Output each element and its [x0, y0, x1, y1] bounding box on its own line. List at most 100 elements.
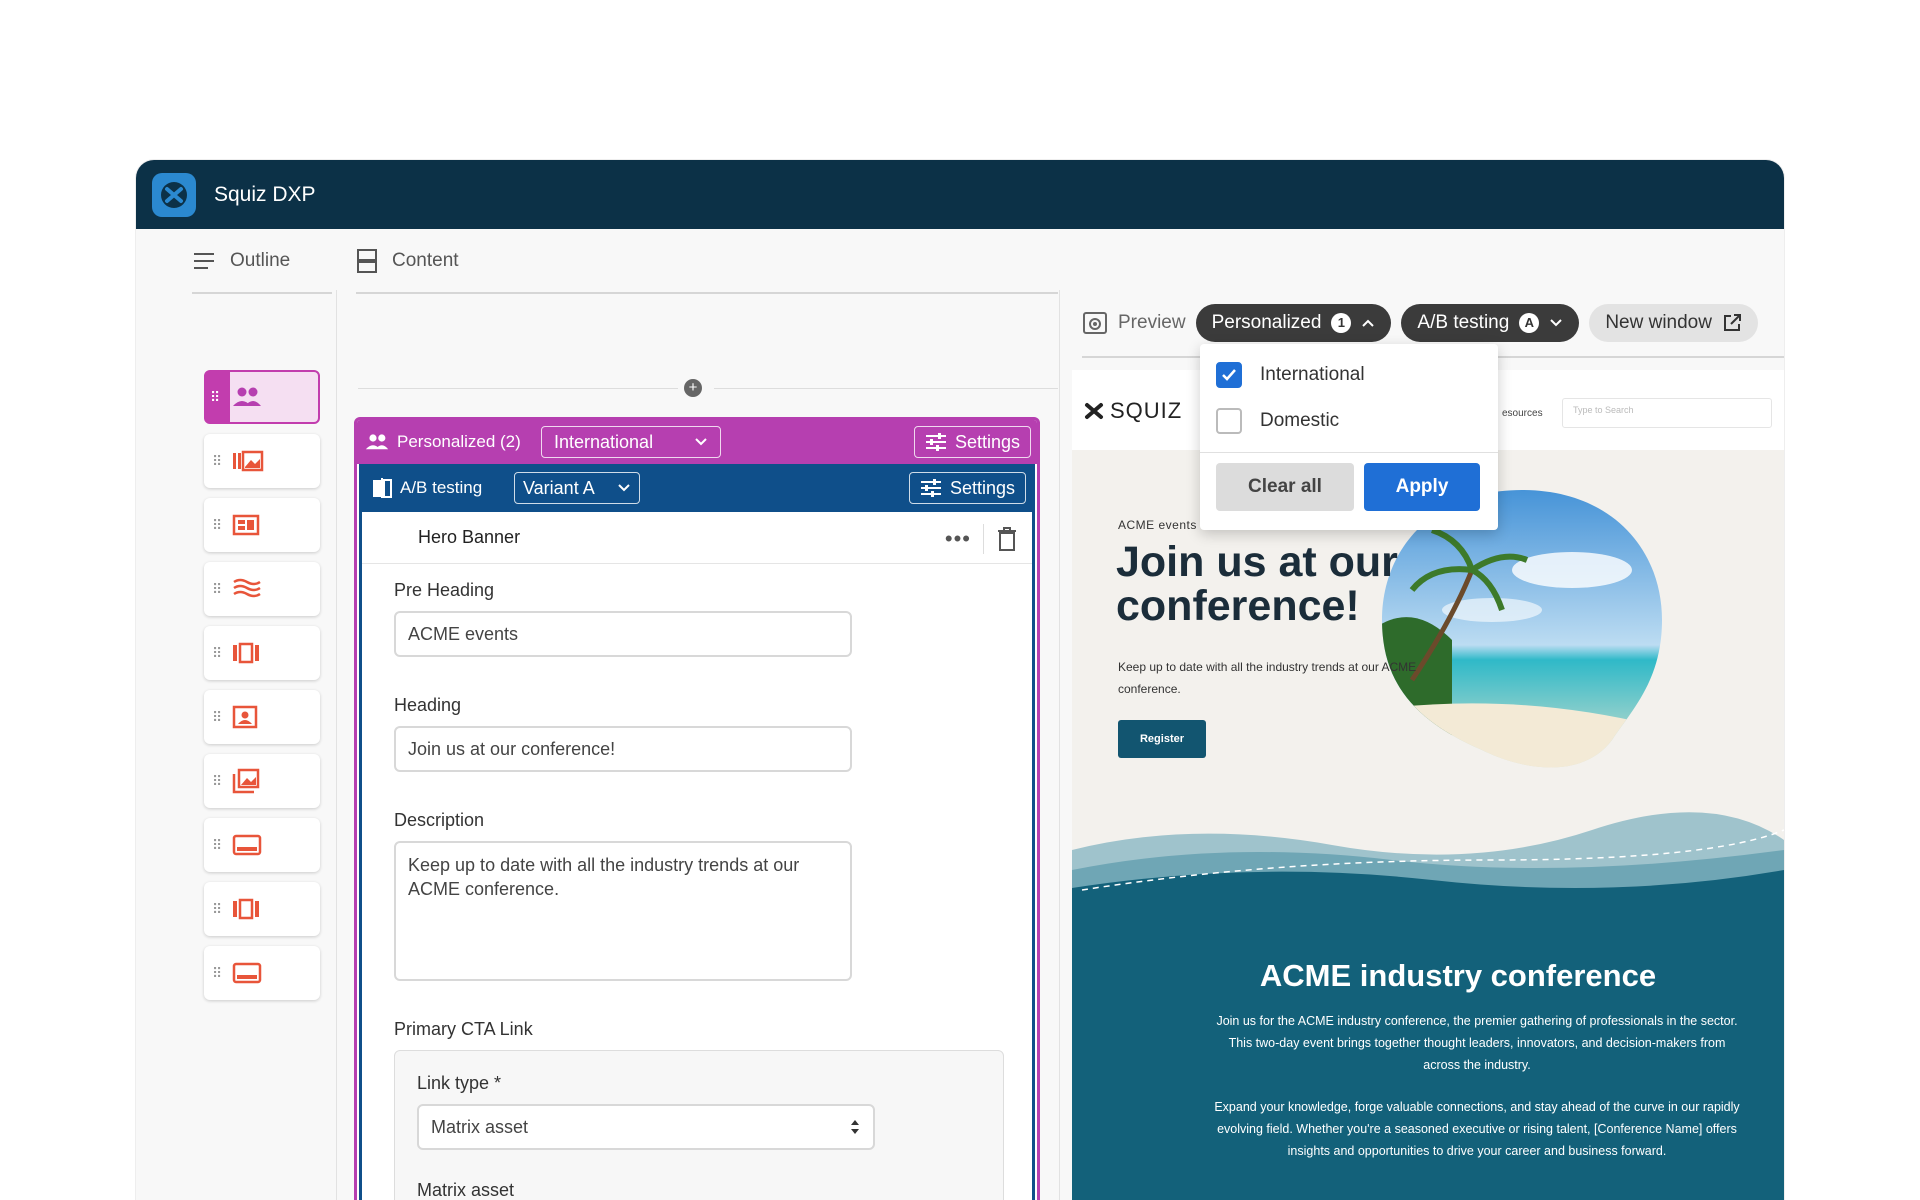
trash-icon[interactable] — [996, 526, 1018, 552]
component-header: Hero Banner ••• — [362, 512, 1032, 564]
description-label: Description — [394, 810, 485, 830]
variant-select[interactable]: Variant A — [514, 472, 640, 504]
personalized-dropdown: International Domestic Clear all Apply — [1200, 344, 1498, 530]
clear-all-button[interactable]: Clear all — [1216, 463, 1354, 511]
outline-item[interactable]: ⠿ — [204, 946, 320, 1000]
drag-handle-icon[interactable]: ⠿ — [212, 581, 224, 598]
heading-label: Heading — [394, 695, 462, 715]
drag-handle-icon[interactable]: ⠿ — [212, 965, 224, 982]
drag-handle-icon[interactable]: ⠿ — [212, 901, 224, 918]
matrix-asset-label: Matrix asset — [417, 1180, 515, 1200]
layout-icon — [232, 514, 260, 536]
primary-cta-group: Link type * Matrix asset Matrix asset — [394, 1050, 1004, 1200]
column-separator — [1059, 290, 1060, 1200]
link-type-select[interactable]: Matrix asset — [417, 1104, 875, 1150]
site-hero-description: Keep up to date with all the industry tr… — [1118, 660, 1417, 696]
site-logo[interactable]: SQUIZ — [1084, 398, 1182, 424]
ab-testing-label: A/B testing — [400, 478, 483, 497]
more-options-icon[interactable]: ••• — [945, 526, 971, 552]
squiz-mark-icon — [1085, 403, 1103, 419]
people-icon — [233, 387, 261, 406]
app-title: Squiz DXP — [214, 182, 316, 206]
outline-item[interactable]: ⠿ — [204, 754, 320, 808]
personalized-filter-button[interactable]: Personalized 1 — [1195, 304, 1392, 342]
squiz-logo-icon[interactable] — [152, 172, 196, 217]
description-textarea[interactable]: Keep up to date with all the industry tr… — [394, 841, 852, 981]
chevron-down-icon — [695, 438, 707, 446]
dropdown-actions: Clear all Apply — [1200, 453, 1498, 521]
ab-filter-label: A/B testing — [1417, 312, 1510, 333]
drag-handle-icon[interactable]: ⠿ — [210, 389, 222, 406]
site-hero-title: Join us at our conference! — [1116, 538, 1398, 630]
add-component-row: + — [358, 378, 1058, 398]
primary-cta-label: Primary CTA Link — [394, 1019, 533, 1039]
content-header: Content — [356, 228, 459, 294]
option-international[interactable]: International — [1200, 352, 1498, 398]
site-logo-text: SQUIZ — [1110, 398, 1183, 423]
outline-underline — [192, 292, 332, 294]
outline-item[interactable]: ⠿ — [204, 498, 320, 552]
drag-handle-icon[interactable]: ⠿ — [212, 773, 224, 790]
chevron-down-icon — [618, 484, 630, 492]
wave-decoration — [1072, 812, 1784, 910]
personalized-filter-label: Personalized — [1211, 312, 1322, 333]
ab-settings-button[interactable]: Settings — [908, 472, 1026, 504]
apply-button[interactable]: Apply — [1364, 463, 1480, 511]
checkbox-checked-icon[interactable] — [1216, 362, 1242, 388]
outline-item[interactable]: ⠿ — [204, 626, 320, 680]
outline-item[interactable]: ⠿ — [204, 562, 320, 616]
option-domestic[interactable]: Domestic — [1200, 398, 1498, 444]
drag-handle-icon[interactable]: ⠿ — [212, 709, 224, 726]
drag-handle-icon[interactable]: ⠿ — [212, 645, 224, 662]
personalized-count-badge: 1 — [1331, 313, 1352, 333]
new-window-button[interactable]: New window — [1589, 304, 1758, 342]
site-conference-title: ACME industry conference — [1259, 958, 1657, 993]
content-heading: Content — [392, 250, 459, 271]
ab-variant-badge: A — [1519, 313, 1540, 333]
outline-item[interactable]: ⠿ — [204, 818, 320, 872]
personalized-settings-button[interactable]: Settings — [913, 426, 1031, 458]
preview-heading: Preview — [1118, 312, 1186, 333]
outline-item[interactable]: ⠿ — [204, 434, 320, 488]
site-register-button[interactable]: Register — [1118, 720, 1206, 758]
profile-card-icon — [232, 705, 258, 729]
chevron-up-icon — [1362, 319, 1375, 327]
ab-testing-container: A/B testing Variant A Settings Hero Bann… — [359, 464, 1035, 1200]
carousel-icon — [233, 642, 259, 664]
pre-heading-input[interactable]: ACME events — [394, 611, 852, 657]
segment-value: International — [554, 431, 654, 452]
option-label: Domestic — [1260, 410, 1340, 431]
rows-icon — [357, 249, 377, 273]
component-title: Hero Banner — [418, 527, 521, 547]
ab-testing-bar: A/B testing Variant A Settings — [362, 464, 1032, 512]
component-form: Pre Heading ACME events Heading Join us … — [362, 564, 1032, 1200]
sliders-icon — [920, 479, 941, 497]
external-link-icon — [1723, 314, 1741, 331]
column-separator — [336, 290, 337, 1200]
drag-handle-icon[interactable]: ⠿ — [212, 517, 224, 534]
heading-input[interactable]: Join us at our conference! — [394, 726, 852, 772]
outline-item[interactable]: ⠿ — [204, 882, 320, 936]
image-stack-icon — [232, 768, 260, 794]
outline-item-personalized[interactable]: ⠿ — [204, 370, 320, 424]
site-search-input[interactable]: Type to Search — [1562, 398, 1772, 428]
outline-item[interactable]: ⠿ — [204, 690, 320, 744]
divider — [714, 388, 1058, 389]
option-label: International — [1260, 364, 1365, 385]
chevron-down-icon — [1550, 319, 1563, 327]
drag-handle-icon[interactable]: ⠿ — [212, 453, 224, 470]
add-component-button[interactable]: + — [684, 379, 702, 397]
nav-resources-link[interactable]: esources — [1502, 408, 1543, 419]
pre-heading-label: Pre Heading — [394, 580, 495, 600]
checkbox-unchecked-icon[interactable] — [1216, 408, 1242, 434]
settings-label: Settings — [949, 477, 1015, 498]
drag-handle-icon[interactable]: ⠿ — [212, 837, 224, 854]
personalized-bar: Personalized (2) International Settings — [357, 420, 1037, 464]
ab-filter-button[interactable]: A/B testing A — [1401, 304, 1580, 342]
segment-select[interactable]: International — [541, 426, 721, 458]
outline-header: Outline — [192, 228, 290, 294]
site-conference-paragraph: Join us for the ACME industry conference… — [1216, 1014, 1738, 1072]
variant-value: Variant A — [523, 477, 595, 498]
select-arrows-icon — [851, 1120, 859, 1134]
title-bar: Squiz DXP — [136, 160, 1784, 229]
